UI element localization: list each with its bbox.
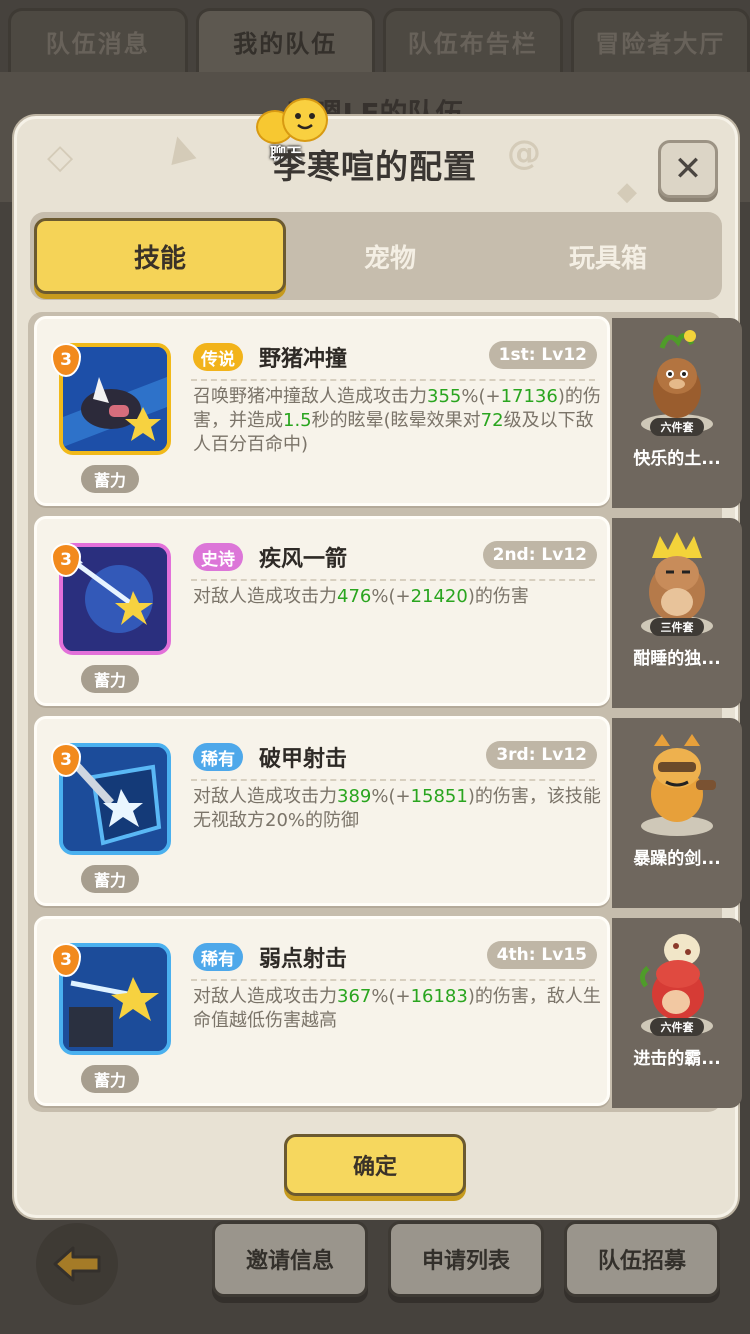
skill-name: 破甲射击 bbox=[259, 747, 348, 772]
pet-set-tag: 三件套 bbox=[650, 618, 704, 636]
charge-label: 蓄力 bbox=[81, 1065, 139, 1093]
pet-set-tag: 六件套 bbox=[650, 1018, 704, 1036]
pet-set-tag: 六件套 bbox=[650, 418, 704, 436]
divider bbox=[191, 779, 595, 781]
charge-label: 蓄力 bbox=[81, 465, 139, 493]
skill-list: 六件套 快乐的土... 3 蓄力 传说 野猪冲撞 1st: Lv12 召唤野猪冲… bbox=[28, 312, 742, 1112]
skill-slot-level: 1st: Lv12 bbox=[488, 341, 597, 369]
skill-description: 对敌人造成攻击力476%(+21420)的伤害 bbox=[193, 586, 529, 607]
rarity-badge: 传说 bbox=[193, 343, 243, 371]
pet-name: 快乐的土... bbox=[633, 449, 721, 469]
rarity-badge: 史诗 bbox=[193, 543, 243, 571]
skill-name: 弱点射击 bbox=[259, 947, 348, 972]
dialog-title: 李寒喧的配置 bbox=[273, 147, 477, 186]
divider bbox=[191, 979, 595, 981]
config-tabs: 技能 宠物 玩具箱 bbox=[30, 212, 722, 300]
pet-name: 酣睡的独... bbox=[633, 649, 721, 669]
skill-card-1[interactable]: 3 蓄力 传说 野猪冲撞 1st: Lv12 召唤野猪冲撞敌人造成攻击力355%… bbox=[34, 316, 610, 506]
close-icon: ✕ bbox=[673, 149, 703, 189]
divider bbox=[191, 379, 595, 381]
skill-slot-level: 3rd: Lv12 bbox=[486, 741, 597, 769]
skill-name: 野猪冲撞 bbox=[259, 347, 348, 372]
skill-name: 疾风一箭 bbox=[259, 547, 348, 572]
charge-label: 蓄力 bbox=[81, 865, 139, 893]
skill-slot-level: 4th: Lv15 bbox=[486, 941, 597, 969]
pet-slot-1[interactable]: 六件套 快乐的土... bbox=[612, 318, 742, 508]
confirm-button[interactable]: 确定 bbox=[284, 1134, 466, 1196]
close-button[interactable]: ✕ bbox=[658, 140, 718, 198]
pet-slot-2[interactable]: 三件套 酣睡的独... bbox=[612, 518, 742, 708]
pet-slot-3[interactable]: 暴躁的剑... bbox=[612, 718, 742, 908]
pet-name: 进击的霸... bbox=[633, 1049, 721, 1069]
pet-slot-4[interactable]: 六件套 进击的霸... bbox=[612, 918, 742, 1108]
skill-card-4[interactable]: 3 蓄力 稀有 弱点射击 4th: Lv15 对敌人造成攻击力367%(+161… bbox=[34, 916, 610, 1106]
skill-card-3[interactable]: 3 蓄力 稀有 破甲射击 3rd: Lv12 对敌人造成攻击力389%(+158… bbox=[34, 716, 610, 906]
charge-label: 蓄力 bbox=[81, 665, 139, 693]
tab-toybox[interactable]: 玩具箱 bbox=[508, 212, 708, 300]
skill-description: 对敌人造成攻击力389%(+15851)的伤害，该技能无视敌方20%的防御 bbox=[193, 786, 601, 831]
pet-sword-figure-icon bbox=[641, 734, 716, 836]
skill-card-2[interactable]: 3 蓄力 史诗 疾风一箭 2nd: Lv12 对敌人造成攻击力476%(+214… bbox=[34, 516, 610, 706]
chat-face-icon bbox=[282, 98, 328, 142]
pet-name: 暴躁的剑... bbox=[633, 849, 721, 869]
skill-description: 对敌人造成攻击力367%(+16183)的伤害，敌人生命值越低伤害越高 bbox=[193, 986, 601, 1031]
divider bbox=[191, 579, 595, 581]
rarity-badge: 稀有 bbox=[193, 743, 243, 771]
rarity-badge: 稀有 bbox=[193, 943, 243, 971]
tab-pets[interactable]: 宠物 bbox=[290, 212, 490, 300]
skill-slot-level: 2nd: Lv12 bbox=[482, 541, 597, 569]
tab-skills[interactable]: 技能 bbox=[34, 218, 286, 294]
skill-description: 召唤野猪冲撞敌人造成攻击力355%(+17136)的伤害，并造成1.5秒的眩晕(… bbox=[193, 386, 601, 455]
